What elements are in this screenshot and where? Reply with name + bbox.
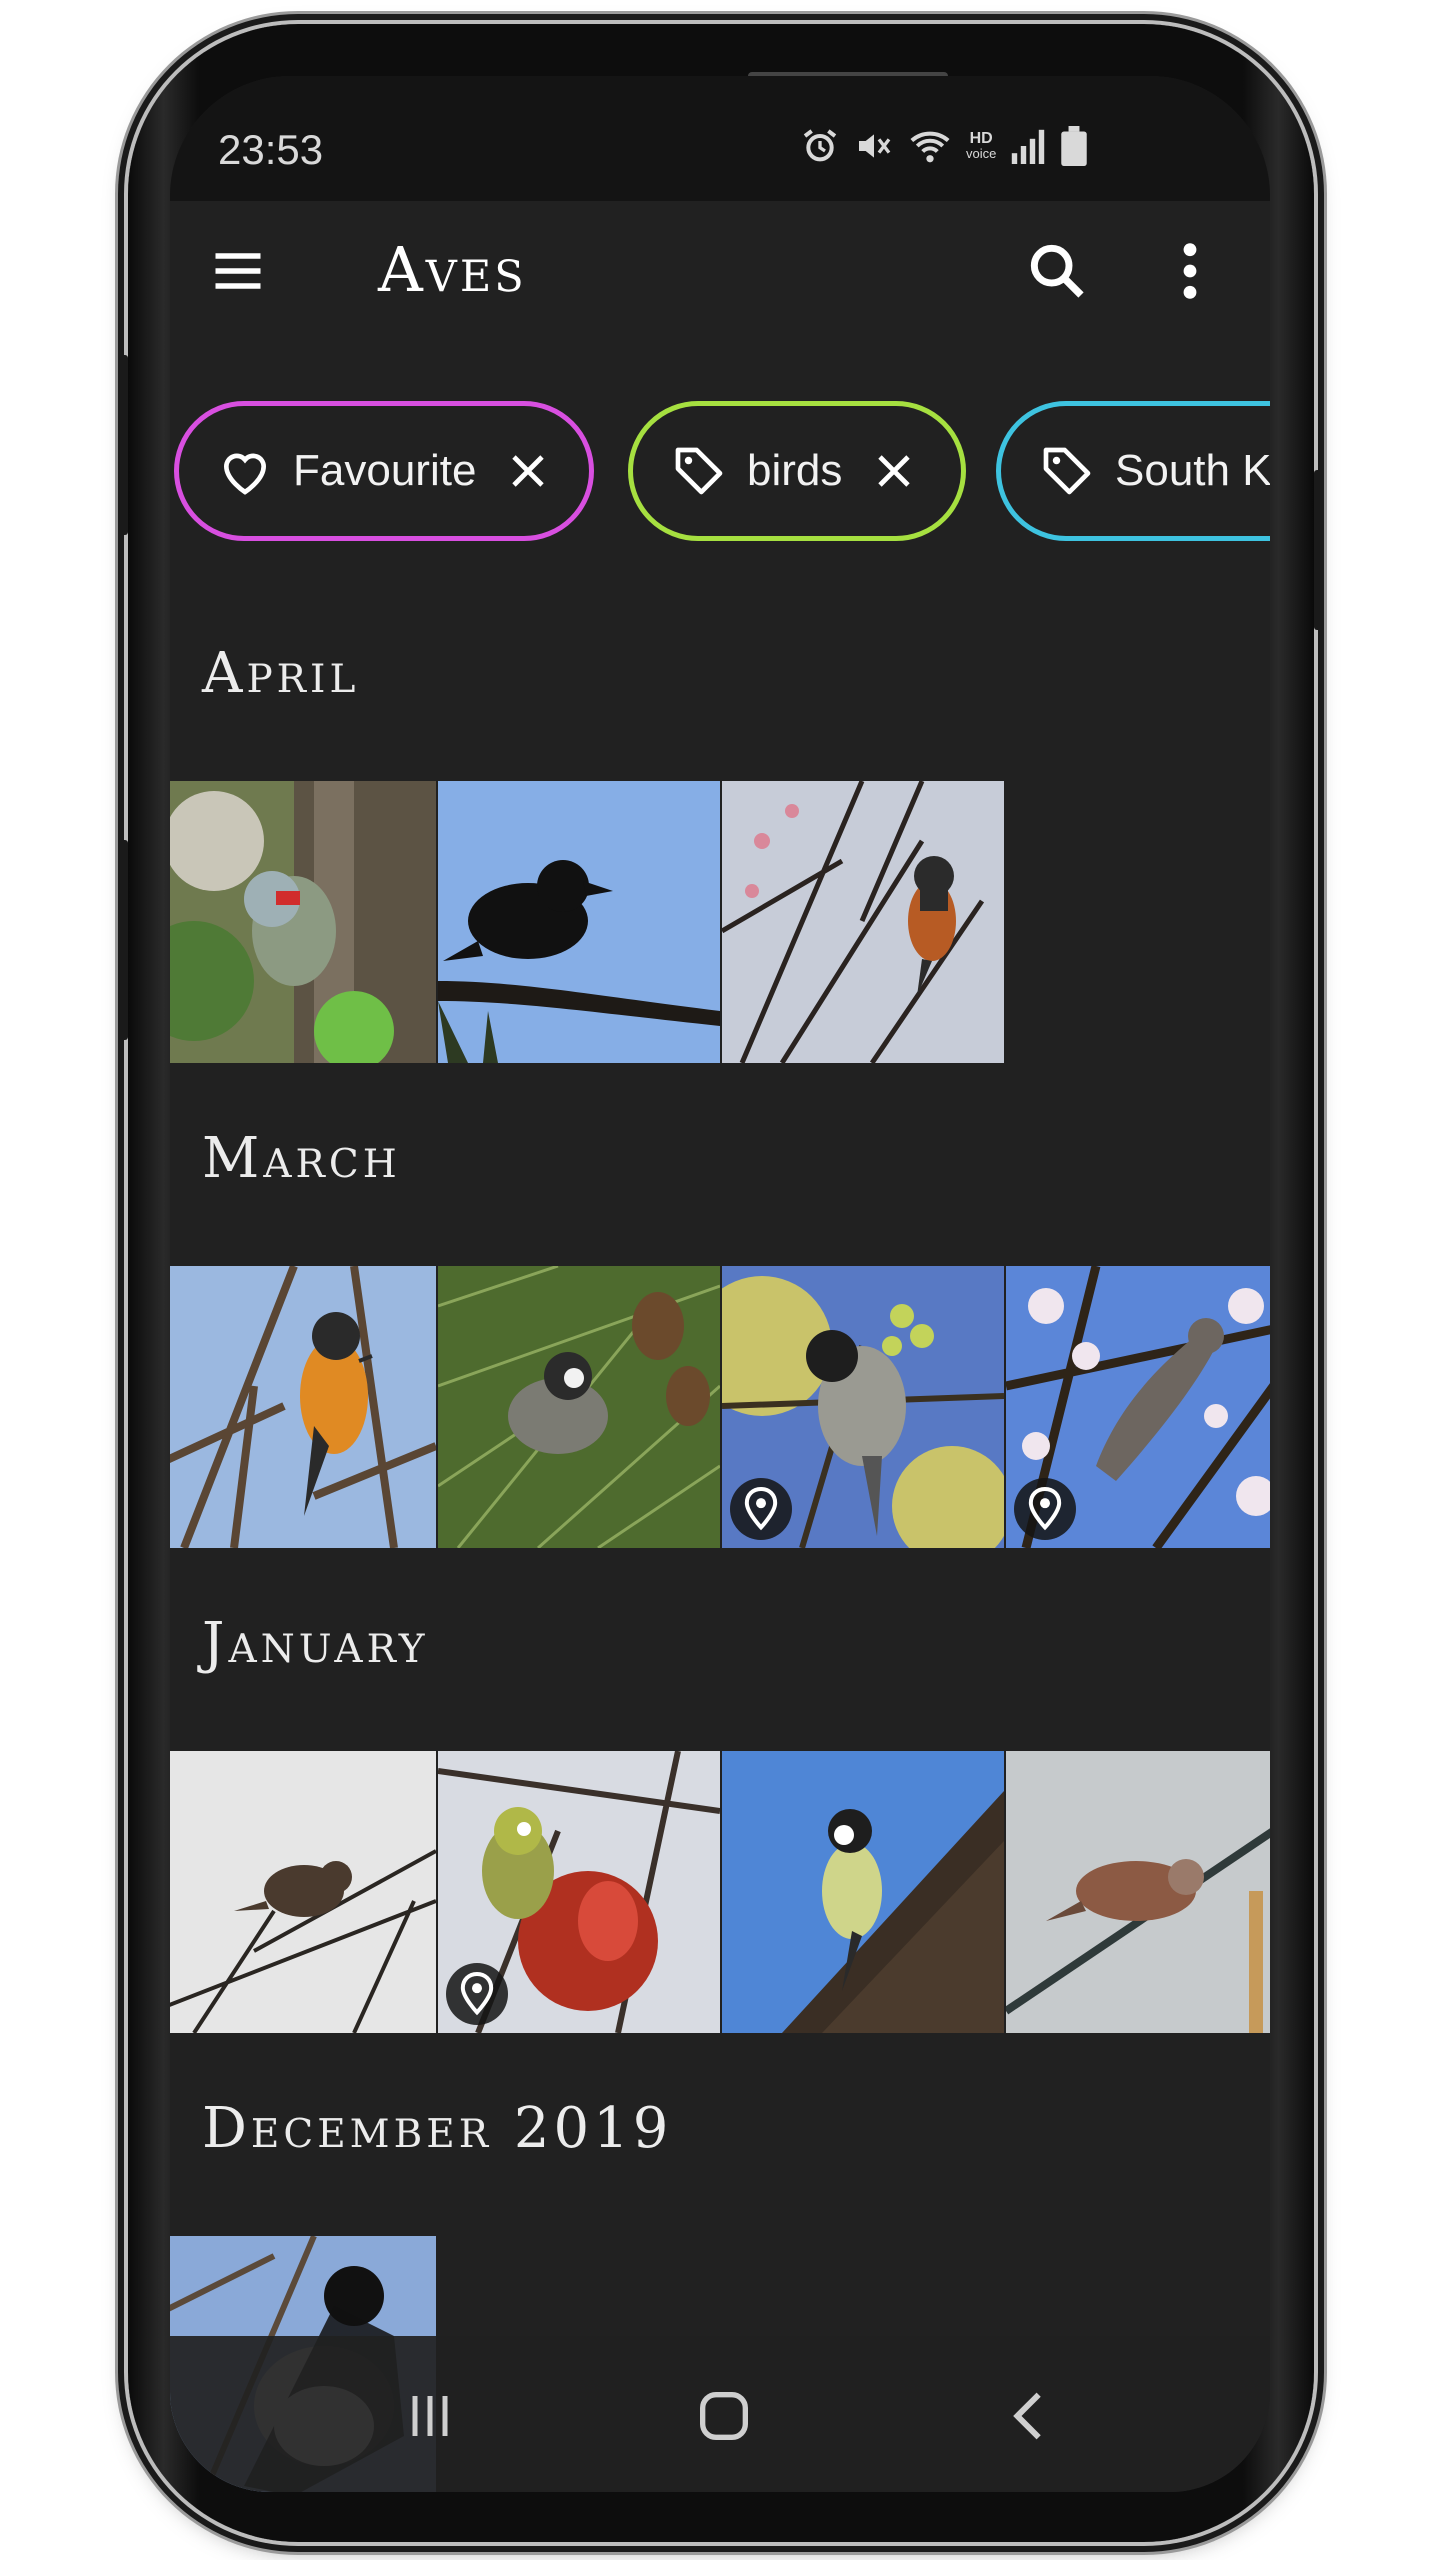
photo-willow-tit[interactable] — [722, 1266, 1004, 1548]
recents-icon[interactable] — [400, 2386, 460, 2446]
photo-row-april — [170, 781, 1270, 1063]
photo-crow[interactable] — [438, 781, 720, 1063]
chip-label: Favourite — [293, 446, 477, 495]
location-badge — [1014, 1478, 1076, 1540]
filter-chips: Favourite birds South Ko — [170, 401, 1270, 551]
menu-icon[interactable] — [208, 241, 268, 301]
photo-redstart[interactable] — [722, 781, 1004, 1063]
photo-brown-bird[interactable] — [170, 1751, 436, 2033]
mute-icon — [859, 134, 891, 158]
photo-great-tit[interactable] — [722, 1751, 1004, 2033]
photo-flycatcher[interactable] — [170, 1266, 436, 1548]
filter-chip-favourite[interactable]: Favourite — [174, 401, 594, 541]
battery-icon — [1061, 126, 1088, 166]
alarm-icon — [803, 129, 837, 162]
voice-label: voice — [966, 146, 997, 161]
location-pin-icon — [744, 1487, 778, 1531]
more-options-icon[interactable] — [1170, 239, 1210, 303]
back-icon[interactable] — [1008, 2384, 1048, 2448]
photo-bulbul[interactable] — [1006, 1266, 1270, 1548]
status-icons: HD voice — [800, 126, 1088, 166]
signal-icon — [1012, 129, 1045, 164]
app-screen: 23:53 HD voice Aves Favourite birds Sout… — [170, 76, 1270, 2492]
photo-row-january — [170, 1751, 1270, 2033]
app-bar: Aves — [170, 201, 1270, 371]
chip-label: South Ko — [1115, 446, 1270, 495]
volume-button — [118, 355, 128, 535]
location-pin-icon — [1028, 1487, 1062, 1531]
bixby-button — [118, 840, 128, 1040]
filter-chip-south-korea[interactable]: South Ko — [996, 401, 1270, 541]
location-badge — [446, 1963, 508, 2025]
tag-icon — [675, 447, 723, 495]
hd-voice-indicator: HD voice — [966, 130, 997, 162]
photo-turtle-dove[interactable] — [1006, 1751, 1270, 2033]
section-title-january: January — [202, 1611, 429, 1676]
photo-row-march — [170, 1266, 1270, 1548]
power-button — [1314, 470, 1324, 630]
status-bar: 23:53 HD voice — [170, 76, 1270, 201]
location-badge — [730, 1478, 792, 1540]
photo-woodpecker[interactable] — [170, 781, 436, 1063]
photo-pine-tit[interactable] — [438, 1266, 720, 1548]
location-pin-icon — [460, 1972, 494, 2016]
section-title-march: March — [202, 1126, 401, 1191]
hd-label: HD — [969, 130, 993, 147]
chip-label: birds — [747, 446, 843, 495]
close-icon[interactable] — [504, 447, 552, 495]
photo-white-eye[interactable] — [438, 1751, 720, 2033]
section-title-december-2019: December 2019 — [202, 2096, 673, 2161]
status-time: 23:53 — [218, 126, 324, 173]
navigation-bar — [170, 2336, 1270, 2492]
home-icon[interactable] — [692, 2384, 756, 2448]
filter-chip-birds[interactable]: birds — [628, 401, 966, 541]
page-title: Aves — [378, 233, 527, 306]
wifi-icon — [910, 131, 950, 163]
tag-icon — [1043, 447, 1091, 495]
section-title-april: April — [202, 641, 360, 706]
heart-icon — [223, 453, 267, 495]
close-icon[interactable] — [870, 447, 918, 495]
search-icon[interactable] — [1025, 239, 1089, 303]
